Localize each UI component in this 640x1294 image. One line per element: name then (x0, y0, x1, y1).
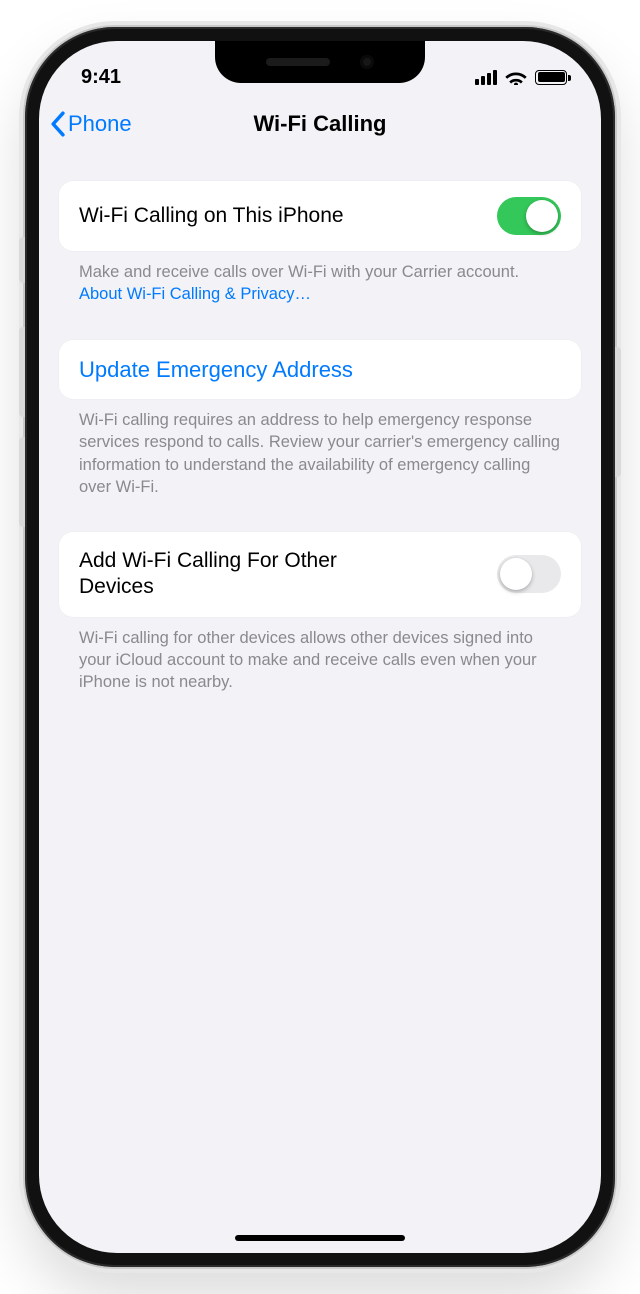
wifi-calling-footer-text: Make and receive calls over Wi-Fi with y… (79, 263, 519, 281)
page-title: Wi-Fi Calling (253, 111, 386, 137)
chevron-left-icon (49, 111, 66, 137)
emergency-address-group: Update Emergency Address Wi-Fi calling r… (59, 340, 581, 499)
battery-icon (535, 70, 567, 85)
emergency-address-footer-text: Wi-Fi calling requires an address to hel… (79, 411, 560, 496)
status-icons (475, 69, 567, 85)
wifi-calling-row: Wi-Fi Calling on This iPhone (59, 181, 581, 251)
notch (215, 41, 425, 83)
about-wifi-calling-privacy-link[interactable]: About Wi-Fi Calling & Privacy… (79, 285, 311, 303)
back-button-label: Phone (68, 111, 132, 137)
volume-up-button (19, 327, 25, 417)
other-devices-label: Add Wi-Fi Calling For Other Devices (79, 548, 379, 601)
wifi-icon (505, 69, 527, 85)
speaker-grille (266, 58, 330, 66)
front-camera (360, 55, 374, 69)
other-devices-footer-text: Wi-Fi calling for other devices allows o… (79, 629, 537, 692)
status-time: 9:41 (81, 66, 121, 89)
settings-content: Wi-Fi Calling on This iPhone Make and re… (39, 151, 601, 693)
mute-switch (19, 237, 25, 283)
wifi-calling-label: Wi-Fi Calling on This iPhone (79, 203, 344, 229)
navigation-bar: Phone Wi-Fi Calling (39, 97, 601, 151)
volume-down-button (19, 437, 25, 527)
other-devices-toggle[interactable] (497, 555, 561, 593)
wifi-calling-toggle[interactable] (497, 197, 561, 235)
wifi-calling-footer: Make and receive calls over Wi-Fi with y… (59, 251, 581, 306)
other-devices-group: Add Wi-Fi Calling For Other Devices Wi-F… (59, 532, 581, 693)
update-emergency-address-row[interactable]: Update Emergency Address (59, 340, 581, 400)
iphone-device-frame: 9:41 (25, 27, 615, 1267)
wifi-calling-group: Wi-Fi Calling on This iPhone Make and re… (59, 181, 581, 306)
other-devices-footer: Wi-Fi calling for other devices allows o… (59, 617, 581, 694)
side-button (615, 347, 621, 477)
emergency-address-footer: Wi-Fi calling requires an address to hel… (59, 399, 581, 498)
screen: 9:41 (39, 41, 601, 1253)
back-button[interactable]: Phone (49, 111, 132, 137)
other-devices-row: Add Wi-Fi Calling For Other Devices (59, 532, 581, 617)
update-emergency-address-label: Update Emergency Address (79, 356, 353, 384)
home-indicator[interactable] (235, 1235, 405, 1241)
cellular-signal-icon (475, 69, 497, 85)
